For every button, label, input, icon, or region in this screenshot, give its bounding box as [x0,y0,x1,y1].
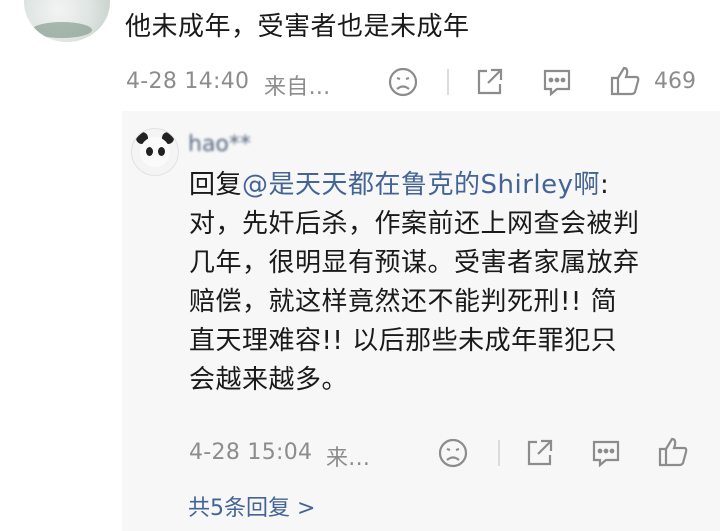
reply-prefix: 回复 [189,170,243,200]
reply-line: 赔偿，就这样竟然还不能判死刑!! 简 [189,287,618,317]
reply-dislike-icon[interactable] [437,437,469,473]
top-comment-time: 4-28 14:40 [126,69,250,94]
top-comment-like-count: 469 [654,69,696,94]
reply-text: 回复@是天天都在鲁克的Shirley啊: 对，先奸后杀，作案前还上网查会被判 几… [189,166,709,400]
reply-line: 会越来越多。 [189,365,349,395]
reply-like-icon[interactable] [656,435,690,473]
share-icon[interactable] [473,66,505,102]
top-comment-source: 来自... [264,75,331,100]
more-replies-link[interactable]: 共5条回复 > [188,490,315,522]
reply-colon: : [600,170,610,200]
reply-username[interactable]: hao** [188,132,251,157]
dislike-icon[interactable] [387,66,419,102]
top-comment-avatar[interactable] [24,0,110,42]
top-comment-text: 他未成年，受害者也是未成年 [125,12,470,42]
reply-line: 几年，很明显有预谋。受害者家属放弃 [189,248,640,278]
reply-share-icon[interactable] [523,437,555,473]
reply-comment-icon[interactable] [589,437,623,473]
like-icon[interactable] [608,64,642,102]
reply-action-divider [498,440,500,466]
reply-source: 来... [326,446,371,471]
reply-line: 直天理难容!! 以后那些未成年罪犯只 [189,326,618,356]
comment-icon[interactable] [540,66,574,102]
reply-mention-link[interactable]: @是天天都在鲁克的Shirley啊 [242,170,600,200]
reply-line: 对，先奸后杀，作案前还上网查会被判 [189,209,640,239]
reply-time: 4-28 15:04 [189,440,313,465]
action-divider [447,69,449,95]
reply-avatar[interactable] [131,128,179,176]
